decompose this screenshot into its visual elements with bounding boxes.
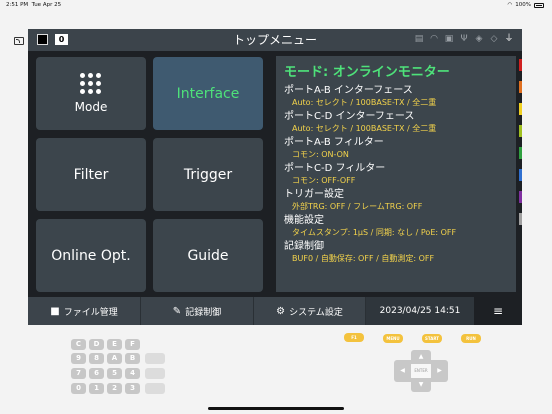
key-6[interactable]: 6: [89, 368, 104, 379]
tile-interface[interactable]: Interface: [153, 57, 263, 130]
key-blank[interactable]: [145, 368, 165, 379]
device-status-icons: ▤ ◠ ▣ Ψ ◈ ◇ ⏚: [414, 34, 514, 44]
key-c[interactable]: C: [71, 339, 86, 350]
tile-label: Interface: [176, 85, 240, 102]
top-bar: 0 トップメニュー ▤ ◠ ▣ Ψ ◈ ◇ ⏚: [28, 29, 522, 51]
arrow-up-icon[interactable]: ▲: [411, 350, 431, 364]
system-settings-button[interactable]: ⚙ システム設定: [254, 297, 366, 325]
status-right: ◠ 100%: [507, 2, 544, 8]
battery-percent: 100%: [515, 2, 531, 8]
bottom-toolbar: ■ ファイル管理 ✎ 記録制御 ⚙ システム設定 2023/04/25 14:5…: [28, 297, 522, 325]
datetime-display: 2023/04/25 14:51: [366, 297, 474, 325]
key-e[interactable]: E: [107, 339, 122, 350]
wifi-icon: ◠: [430, 34, 438, 44]
key-d[interactable]: D: [89, 339, 104, 350]
color-strip-segment: [519, 125, 522, 137]
ios-status-bar: 2:51 PM Tue Apr 25 ◠ 100%: [0, 0, 552, 10]
key-7[interactable]: 7: [71, 368, 86, 379]
tile-label: Online Opt.: [51, 247, 131, 264]
key-5[interactable]: 5: [107, 368, 122, 379]
color-strip-segment: [519, 81, 522, 93]
info-item: ポートC-D インターフェース Auto: セレクト / 100BASE-TX …: [284, 111, 437, 133]
color-strip-segment: [519, 213, 522, 225]
hex-keypad: C D E F 9 8 A B 7 6 5 4 0 1 2 3: [67, 337, 167, 399]
mode-title: モード: オンラインモニター: [284, 65, 450, 80]
network-icon: ▣: [444, 34, 454, 44]
key-0[interactable]: 0: [71, 383, 86, 394]
tile-filter[interactable]: Filter: [36, 138, 146, 211]
top-menu-grid: Mode Interface Filter Trigger Online Opt…: [28, 51, 266, 295]
power-plug-icon: ⏚: [504, 34, 514, 44]
color-strip-segment: [519, 103, 522, 115]
direction-pad: ▲ ▼ ◀ ▶ ENTER: [394, 350, 448, 392]
status-time: 2:51 PM Tue Apr 25: [6, 2, 62, 8]
device-screen: 0 トップメニュー ▤ ◠ ▣ Ψ ◈ ◇ ⏚ Mode Interface F…: [28, 29, 522, 325]
run-key[interactable]: RUN: [461, 334, 481, 343]
color-strip-segment: [519, 147, 522, 159]
tile-label: Filter: [73, 166, 109, 183]
tile-label: Mode: [74, 100, 108, 114]
key-blank[interactable]: [145, 383, 165, 394]
home-indicator: [208, 407, 344, 410]
info-item: 機能設定 タイムスタンプ: 1μS / 同期: なし / PoE: OFF: [284, 215, 457, 237]
key-9[interactable]: 9: [71, 353, 86, 364]
key-8[interactable]: 8: [89, 353, 104, 364]
key-blank[interactable]: [145, 353, 165, 364]
arrow-right-icon[interactable]: ▶: [431, 360, 448, 382]
usb-icon: Ψ: [460, 34, 468, 44]
tile-label: Guide: [187, 247, 229, 264]
key-a[interactable]: A: [107, 353, 122, 364]
gear-icon: ⚙: [276, 305, 286, 317]
start-key[interactable]: START: [422, 334, 442, 343]
info-item: ポートA-B インターフェース Auto: セレクト / 100BASE-TX …: [284, 85, 437, 107]
storage-icon: ◈: [475, 34, 483, 44]
edit-doc-icon: ✎: [172, 305, 182, 317]
tile-trigger[interactable]: Trigger: [153, 138, 263, 211]
info-item: トリガー設定 外部TRG: OFF / フレームTRG: OFF: [284, 189, 423, 211]
file-manage-button[interactable]: ■ ファイル管理: [28, 297, 141, 325]
info-item: 記録制御 BUF0 / 自動保存: OFF / 自動測定: OFF: [284, 241, 435, 263]
screen-mirror-icon[interactable]: [14, 37, 24, 45]
key-2[interactable]: 2: [107, 383, 122, 394]
wifi-icon: ◠: [507, 2, 513, 8]
key-1[interactable]: 1: [89, 383, 104, 394]
battery-icon: [534, 2, 544, 8]
color-strip: [519, 59, 522, 291]
eraser-icon: ◇: [490, 34, 498, 44]
menu-icon: ≡: [492, 304, 504, 318]
tile-mode[interactable]: Mode: [36, 57, 146, 130]
side-menu-button[interactable]: ≡: [474, 297, 522, 325]
record-control-button[interactable]: ✎ 記録制御: [141, 297, 254, 325]
key-f[interactable]: F: [125, 339, 140, 350]
enter-key[interactable]: ENTER: [411, 364, 431, 378]
info-item: ポートC-D フィルター コモン: OFF-OFF: [284, 163, 386, 185]
grid-dots-icon: [80, 73, 102, 94]
tile-label: Trigger: [183, 166, 233, 183]
arrow-down-icon[interactable]: ▼: [411, 378, 431, 392]
color-strip-segment: [519, 191, 522, 203]
key-3[interactable]: 3: [125, 383, 140, 394]
save-icon: ■: [50, 305, 60, 317]
color-strip-segment: [519, 169, 522, 181]
key-b[interactable]: B: [125, 353, 140, 364]
key-4[interactable]: 4: [125, 368, 140, 379]
tile-online-opt[interactable]: Online Opt.: [36, 219, 146, 292]
settings-summary-panel: モード: オンラインモニター ポートA-B インターフェース Auto: セレク…: [276, 56, 516, 292]
printer-icon: ▤: [414, 34, 424, 44]
f1-key[interactable]: F1: [344, 333, 364, 342]
tile-guide[interactable]: Guide: [153, 219, 263, 292]
info-item: ポートA-B フィルター コモン: ON-ON: [284, 137, 384, 159]
arrow-left-icon[interactable]: ◀: [394, 360, 411, 382]
menu-key[interactable]: MENU: [383, 334, 403, 343]
color-strip-segment: [519, 59, 522, 71]
